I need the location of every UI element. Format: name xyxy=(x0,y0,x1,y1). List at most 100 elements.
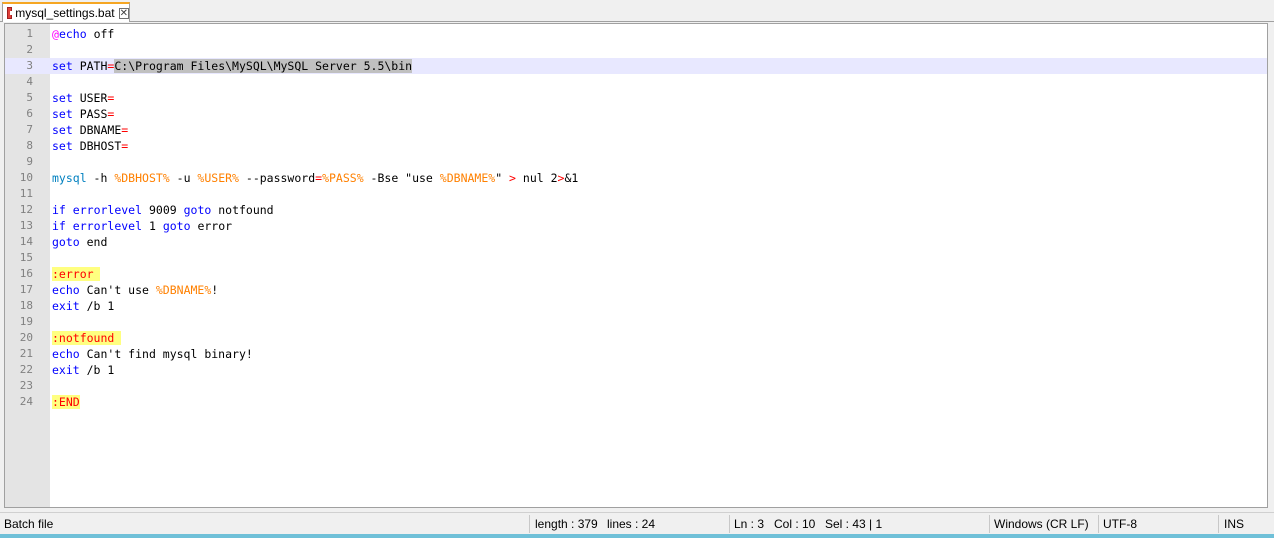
line-text: exit /b 1 xyxy=(52,362,114,378)
code-line[interactable]: 21 echo Can't find mysql binary! xyxy=(5,346,1267,362)
code-token: -u xyxy=(169,171,198,185)
tab-mysql-settings[interactable]: mysql_settings.bat ✕ xyxy=(2,2,130,22)
code-line[interactable]: 1 @echo off xyxy=(5,26,1267,42)
status-encoding[interactable]: UTF-8 xyxy=(1103,513,1137,535)
code-token: echo xyxy=(58,27,87,41)
line-text: :notfound xyxy=(52,330,122,346)
line-number: 23 xyxy=(19,379,33,392)
status-insert-mode: INS xyxy=(1224,517,1245,531)
code-line[interactable]: 7 set DBNAME= xyxy=(5,122,1267,138)
code-token: :notfound xyxy=(52,331,122,345)
code-line[interactable]: 12 if errorlevel 9009 goto notfound xyxy=(5,202,1267,218)
code-token: USER xyxy=(72,91,108,105)
line-number: 6 xyxy=(26,107,33,120)
code-line[interactable]: 23 xyxy=(5,378,1267,394)
code-line[interactable]: 13 if errorlevel 1 goto error xyxy=(5,218,1267,234)
line-number: 24 xyxy=(19,395,33,408)
code-line[interactable]: 11 xyxy=(5,186,1267,202)
code-token: goto xyxy=(162,219,191,233)
code-line[interactable]: 8 set DBHOST= xyxy=(5,138,1267,154)
line-text: if errorlevel 9009 goto notfound xyxy=(52,202,274,218)
code-token: = xyxy=(121,139,129,153)
code-line[interactable]: 16 :error xyxy=(5,266,1267,282)
close-icon[interactable]: ✕ xyxy=(118,7,129,19)
line-number: 8 xyxy=(26,139,33,152)
code-line[interactable]: 10 mysql -h %DBHOST% -u %USER% --password… xyxy=(5,170,1267,186)
code-token: nul 2 xyxy=(515,171,558,185)
line-number: 11 xyxy=(19,187,33,200)
code-token: DBHOST xyxy=(72,139,122,153)
code-line[interactable]: 22 exit /b 1 xyxy=(5,362,1267,378)
line-number: 9 xyxy=(26,155,33,168)
code-token: error xyxy=(190,219,233,233)
line-text: :END xyxy=(52,394,80,410)
code-token: Can't find mysql binary! xyxy=(79,347,253,361)
code-line[interactable]: 15 xyxy=(5,250,1267,266)
line-number: 7 xyxy=(26,123,33,136)
code-token: :END xyxy=(52,395,80,409)
code-token: set xyxy=(52,59,73,73)
code-line[interactable]: 18 exit /b 1 xyxy=(5,298,1267,314)
code-token: 9009 xyxy=(142,203,184,217)
line-text: set PASS= xyxy=(52,106,114,122)
line-text: exit /b 1 xyxy=(52,298,114,314)
code-line[interactable]: 9 xyxy=(5,154,1267,170)
line-number: 1 xyxy=(26,27,33,40)
code-token: %USER% xyxy=(197,171,239,185)
code-token: exit xyxy=(52,299,80,313)
code-token: %DBNAME% xyxy=(439,171,496,185)
code-token: %DBNAME% xyxy=(155,283,212,297)
line-number: 17 xyxy=(19,283,33,296)
line-number: 5 xyxy=(26,91,33,104)
code-line[interactable]: 20:notfound xyxy=(5,330,1267,346)
code-token: echo xyxy=(52,347,80,361)
code-token: errorlevel xyxy=(72,203,143,217)
line-text: mysql -h %DBHOST% -u %USER% --password=%… xyxy=(52,170,578,186)
line-number: 13 xyxy=(19,219,33,232)
code-token: = xyxy=(121,123,129,137)
code-line[interactable]: 14 goto end xyxy=(5,234,1267,250)
code-token: set xyxy=(52,91,73,105)
code-token: -Bse "use xyxy=(363,171,440,185)
code-line[interactable]: 3 set PATH=C:\Program Files\MySQL\MySQL S… xyxy=(5,58,1267,74)
line-number: 16 xyxy=(19,267,33,280)
status-col: Col : 10 xyxy=(774,517,816,531)
code-line[interactable]: 19 xyxy=(5,314,1267,330)
tab-label: mysql_settings.bat xyxy=(15,6,115,20)
code-token: PATH xyxy=(72,59,108,73)
code-token: if xyxy=(52,203,66,217)
line-text: echo Can't find mysql binary! xyxy=(52,346,253,362)
status-bar: Batch file length : 379 lines : 24 Ln : … xyxy=(0,512,1274,535)
code-token: mysql xyxy=(52,171,87,185)
line-text: set USER= xyxy=(52,90,114,106)
code-token: :error xyxy=(52,267,101,281)
line-number: 22 xyxy=(19,363,33,376)
status-eol[interactable]: Windows (CR LF) xyxy=(994,513,1089,535)
code-token: set xyxy=(52,139,73,153)
code-token: notfound xyxy=(211,203,274,217)
code-token: > xyxy=(509,171,516,185)
code-line[interactable]: 6 set PASS= xyxy=(5,106,1267,122)
code-token: echo xyxy=(52,283,80,297)
code-line[interactable]: 24 :END xyxy=(5,394,1267,410)
code-line[interactable]: 17 echo Can't use %DBNAME%! xyxy=(5,282,1267,298)
line-number: 18 xyxy=(19,299,33,312)
code-token: /b 1 xyxy=(79,363,115,377)
code-token: &1 xyxy=(564,171,579,185)
code-token: DBNAME xyxy=(72,123,122,137)
code-line[interactable]: 4 xyxy=(5,74,1267,90)
status-divider xyxy=(729,515,730,533)
line-text: set DBHOST= xyxy=(52,138,128,154)
code-token: -h xyxy=(86,171,115,185)
line-text: set DBNAME= xyxy=(52,122,128,138)
code-editor[interactable]: 1 @echo off 2 3 set PATH=C:\Program Files\My… xyxy=(4,23,1268,508)
line-number: 14 xyxy=(19,235,33,248)
code-token: = xyxy=(107,91,115,105)
line-number: 4 xyxy=(26,75,33,88)
code-token: set xyxy=(52,107,73,121)
code-token: end xyxy=(79,235,108,249)
code-line[interactable]: 2 xyxy=(5,42,1267,58)
code-line[interactable]: 5 set USER= xyxy=(5,90,1267,106)
code-token: = xyxy=(107,107,115,121)
